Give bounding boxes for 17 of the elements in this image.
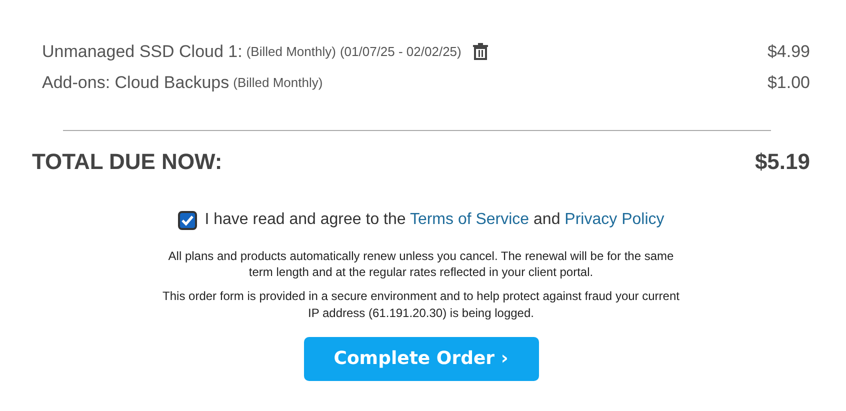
terms-link[interactable]: Terms of Service [410, 211, 530, 228]
billing-note: (Billed Monthly) [233, 74, 323, 92]
trash-icon[interactable] [473, 43, 488, 60]
item-name: Unmanaged SSD Cloud 1: [42, 40, 242, 63]
notice-text: This order form is provided in a secure environment and to help protect against fraud your current IP address (61.191.20.30) is being logged. [162, 288, 680, 321]
billing-note: (01/07/25 - 02/02/25) [340, 42, 462, 61]
privacy-link[interactable]: Privacy Policy [564, 211, 664, 228]
item-name: Add-ons: Cloud Backups [42, 72, 230, 94]
check-icon [180, 214, 194, 226]
agreement-text: I have read and agree to the Terms of Service and Privacy Policy [204, 210, 664, 230]
billing-note: (Billed Monthly) [246, 42, 336, 61]
agree-checkbox[interactable] [178, 210, 197, 230]
item-price: $4.99 [767, 40, 810, 63]
total-label: TOTAL DUE NOW: [32, 148, 222, 176]
notice-text: All plans and products automatically renew unless you cancel. The renewal will be for the same term length and at the regular rates reflected in your client portal. [167, 248, 675, 280]
total-amount: $5.19 [754, 148, 810, 176]
item-price: $1.00 [767, 72, 810, 94]
